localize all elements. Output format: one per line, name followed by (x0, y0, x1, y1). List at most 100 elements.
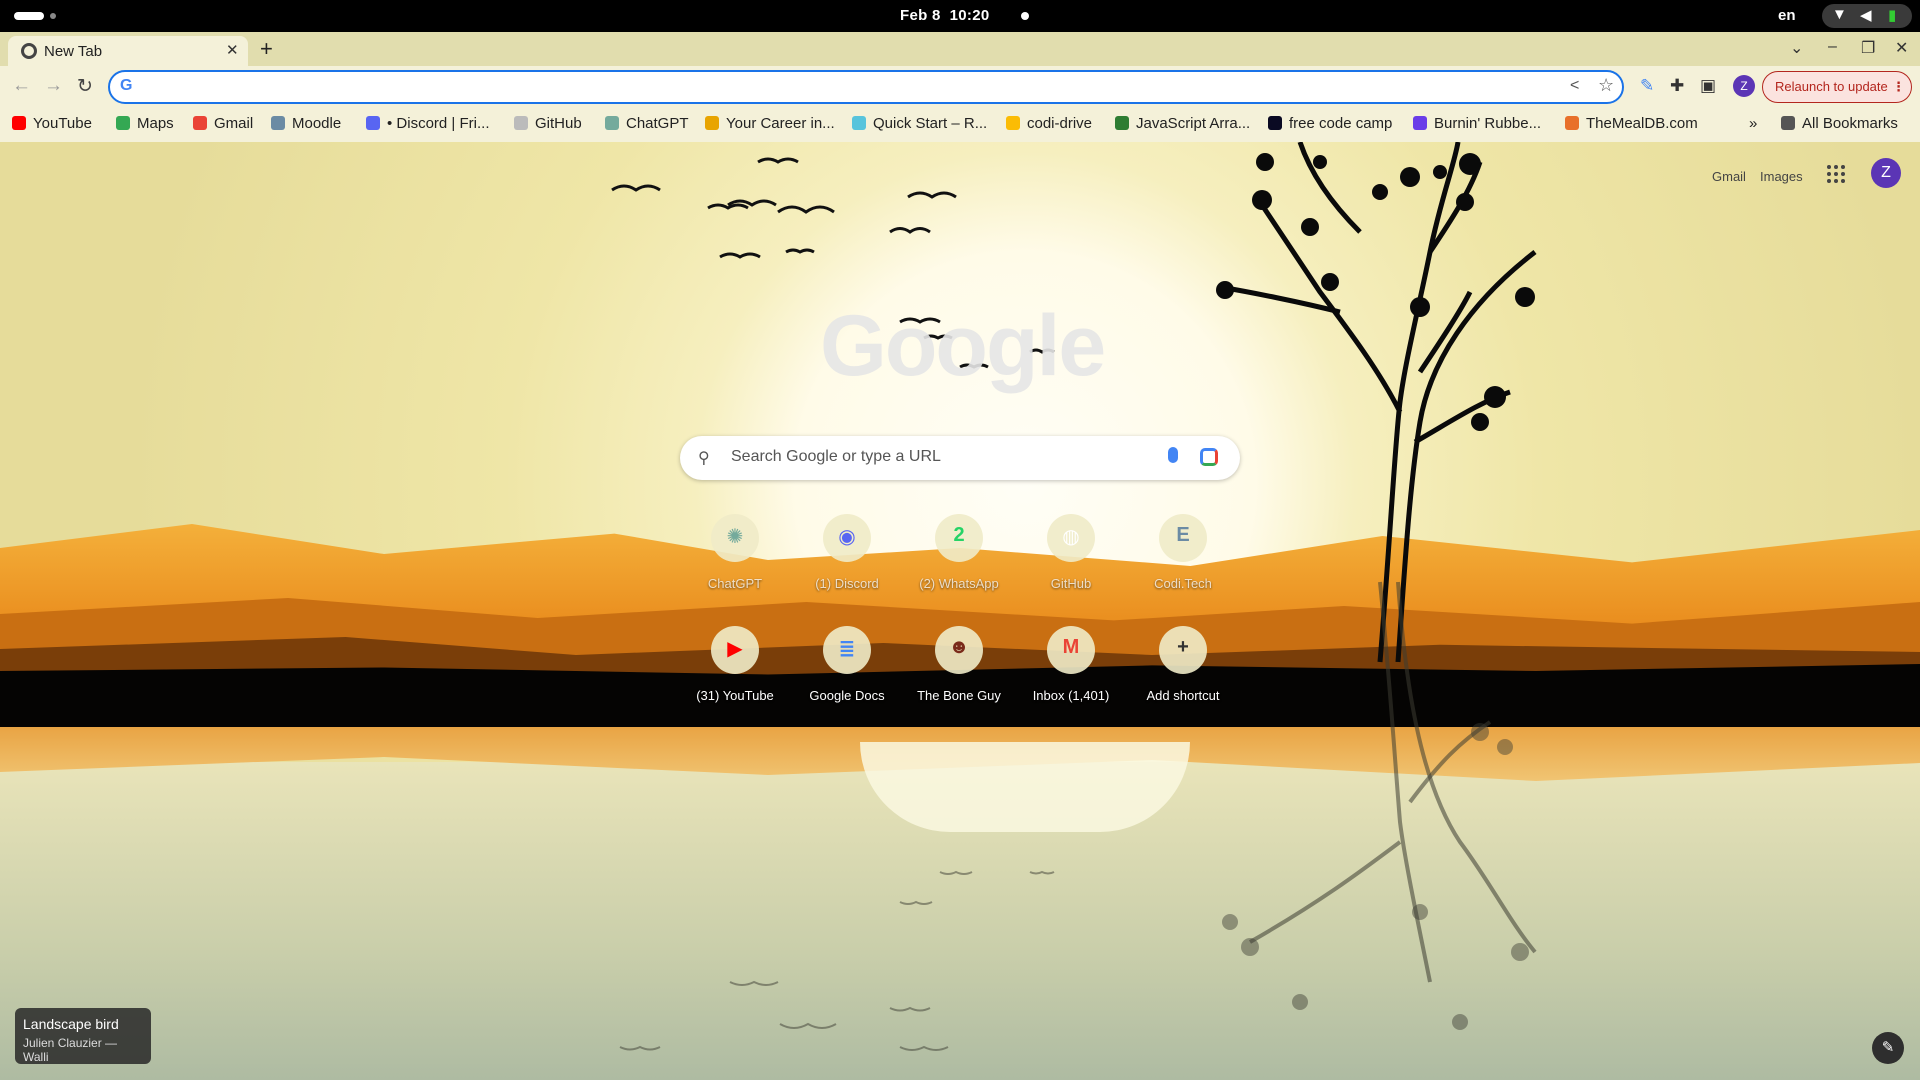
forward-button[interactable]: → (44, 75, 63, 97)
shortcut-icon-circle: E (1159, 514, 1207, 562)
voice-search-icon[interactable] (1168, 447, 1178, 463)
images-link[interactable]: Images (1760, 169, 1803, 184)
bookmark-item[interactable]: Quick Start – R... (852, 115, 987, 132)
side-panel-icon[interactable]: ▣ (1700, 76, 1716, 96)
bookmark-item[interactable]: TheMealDB.com (1565, 115, 1698, 132)
customize-chrome-button[interactable]: ✎ (1872, 1032, 1904, 1064)
landscape-scenery (611, 142, 1537, 1051)
shortcut-tile[interactable]: ▶ (31) YouTube (679, 626, 791, 722)
bookmark-label: Maps (137, 115, 174, 132)
bookmark-label: • Discord | Fri... (387, 115, 490, 132)
shortcut-label: Inbox (1,401) (1032, 688, 1110, 703)
back-button[interactable]: ← (12, 75, 31, 97)
more-bookmarks-icon[interactable]: » (1749, 115, 1757, 132)
shortcut-label: GitHub (1050, 576, 1092, 591)
shortcut-icon-circle: ◍ (1047, 514, 1095, 562)
bookmark-favicon-icon (1268, 116, 1282, 130)
restore-button[interactable]: ❐ (1861, 38, 1875, 58)
os-top-bar: Feb 8 10:20 en ▼ ◀ ▮ (0, 0, 1920, 32)
relaunch-button[interactable]: Relaunch to update ⋮ (1762, 71, 1912, 103)
folder-icon (1781, 116, 1795, 130)
bookmark-item[interactable]: JavaScript Arra... (1115, 115, 1250, 132)
shortcut-icon: ▶ (727, 638, 743, 660)
shortcut-tile[interactable]: ◉ (1) Discord (791, 514, 903, 610)
google-lens-icon[interactable] (1200, 448, 1218, 466)
kebab-menu-icon[interactable]: ⋮ (1892, 72, 1905, 102)
shortcut-label: Google Docs (809, 688, 885, 703)
bookmark-item[interactable]: Maps (116, 115, 174, 132)
bookmark-favicon-icon (1006, 116, 1020, 130)
bookmark-item[interactable]: • Discord | Fri... (366, 115, 490, 132)
shortcut-tile[interactable]: 2 (2) WhatsApp (903, 514, 1015, 610)
bookmark-label: Moodle (292, 115, 342, 132)
shortcut-icon-circle: 2 (935, 514, 983, 562)
bookmark-item[interactable]: Moodle (271, 115, 341, 132)
system-tray[interactable]: ▼ ◀ ▮ (1822, 4, 1912, 28)
address-bar[interactable]: G < ☆ (108, 70, 1624, 104)
attribution-author: Julien Clauzier — Walli (23, 1036, 118, 1064)
bookmark-favicon-icon (705, 116, 719, 130)
bookmark-item[interactable]: GitHub (514, 115, 582, 132)
shortcut-icon-circle: ◉ (823, 514, 871, 562)
search-box[interactable]: ⚲ Search Google or type a URL (680, 436, 1240, 480)
bookmark-item[interactable]: YouTube (12, 115, 92, 132)
os-date: Feb 8 (900, 7, 941, 24)
tab-new-tab[interactable]: New Tab ✕ (8, 36, 248, 66)
bookmark-star-icon[interactable]: ☆ (1598, 75, 1614, 96)
shortcut-tile[interactable]: + Add shortcut (1127, 626, 1239, 722)
all-bookmarks-folder[interactable]: All Bookmarks (1781, 115, 1898, 132)
launcher-pill[interactable] (14, 12, 44, 20)
gmail-link[interactable]: Gmail (1712, 169, 1746, 184)
account-avatar[interactable]: Z (1871, 158, 1901, 188)
shortcut-tile[interactable]: ☻ The Bone Guy (903, 626, 1015, 722)
shortcut-icon: 2 (953, 524, 965, 546)
bookmark-label: TheMealDB.com (1586, 115, 1698, 132)
shortcut-icon: + (1177, 636, 1189, 658)
search-icon: ⚲ (698, 450, 710, 467)
profile-avatar[interactable]: Z (1733, 75, 1755, 97)
os-clock[interactable]: Feb 8 10:20 (900, 7, 990, 24)
bookmark-item[interactable]: codi-drive (1006, 115, 1092, 132)
bookmark-item[interactable]: Your Career in... (705, 115, 835, 132)
close-tab-icon[interactable]: ✕ (226, 41, 239, 59)
share-icon[interactable]: < (1570, 77, 1579, 95)
wifi-icon: ▼ (1832, 6, 1847, 23)
shortcut-tile[interactable]: M Inbox (1,401) (1015, 626, 1127, 722)
bookmark-item[interactable]: Burnin' Rubbe... (1413, 115, 1541, 132)
new-tab-button[interactable]: + (260, 36, 273, 62)
shortcut-icon: ◉ (838, 526, 856, 548)
shortcut-tile[interactable]: ≣ Google Docs (791, 626, 903, 722)
google-apps-icon[interactable] (1827, 165, 1845, 183)
minimize-button[interactable]: – (1828, 38, 1837, 56)
shortcut-label: (2) WhatsApp (919, 576, 999, 591)
all-bookmarks-label: All Bookmarks (1802, 115, 1898, 132)
shortcut-icon-circle: M (1047, 626, 1095, 674)
bookmark-item[interactable]: ChatGPT (605, 115, 689, 132)
language-indicator[interactable]: en (1778, 7, 1796, 24)
bookmark-item[interactable]: free code camp (1268, 115, 1392, 132)
shortcut-label: Add shortcut (1146, 688, 1220, 703)
google-g-icon: G (120, 77, 133, 94)
bookmark-label: GitHub (535, 115, 582, 132)
extensions-icon[interactable]: ✚ (1670, 76, 1684, 96)
bookmark-favicon-icon (366, 116, 380, 130)
pen-extension-icon[interactable]: ✎ (1640, 76, 1654, 96)
shortcut-label: (1) Discord (815, 576, 879, 591)
shortcut-icon: ✺ (726, 526, 744, 548)
shortcut-label: (31) YouTube (696, 688, 774, 703)
tab-search-icon[interactable]: ⌄ (1790, 38, 1803, 58)
bookmark-label: codi-drive (1027, 115, 1093, 132)
bookmark-favicon-icon (605, 116, 619, 130)
shortcut-icon-circle: ≣ (823, 626, 871, 674)
shortcut-tile[interactable]: ◍ GitHub (1015, 514, 1127, 610)
bookmark-label: YouTube (33, 115, 92, 132)
background-attribution[interactable]: Landscape bird Julien Clauzier — Walli (15, 1008, 151, 1064)
shortcut-icon: ≣ (838, 638, 856, 660)
notification-dot (1021, 12, 1029, 20)
reload-button[interactable]: ↻ (77, 75, 93, 98)
close-window-button[interactable]: ✕ (1895, 38, 1908, 58)
workspace-dot[interactable] (50, 13, 56, 19)
shortcut-tile[interactable]: ✺ ChatGPT (679, 514, 791, 610)
shortcut-tile[interactable]: E Codi.Tech (1127, 514, 1239, 610)
bookmark-item[interactable]: Gmail (193, 115, 253, 132)
